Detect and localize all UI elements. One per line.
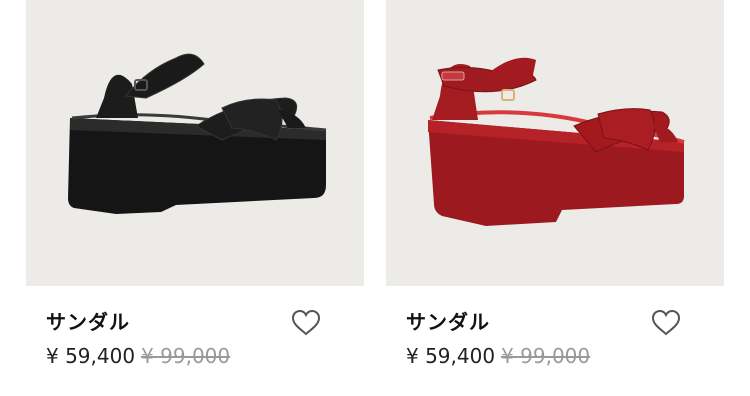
price-row: ¥ 59,400 ¥ 99,000 [46,344,230,368]
product-title[interactable]: サンダル [46,306,130,335]
product-card[interactable]: サンダル ¥ 59,400 ¥ 99,000 [386,0,724,396]
heart-outline-icon[interactable] [651,309,681,337]
sale-price: ¥ 59,400 [406,344,496,368]
original-price: ¥ 99,000 [501,344,591,368]
product-title[interactable]: サンダル [406,306,490,335]
red-suede-platform-sandal-image [428,57,685,226]
product-image[interactable] [26,0,364,286]
product-grid: サンダル ¥ 59,400 ¥ 99,000 サンダル ¥ 59,400 ¥ 9… [0,0,750,396]
heart-outline-icon[interactable] [291,309,321,337]
sale-price: ¥ 59,400 [46,344,136,368]
black-platform-sandal-image [68,53,327,214]
product-image[interactable] [386,0,724,286]
original-price: ¥ 99,000 [141,344,231,368]
price-row: ¥ 59,400 ¥ 99,000 [406,344,590,368]
product-card[interactable]: サンダル ¥ 59,400 ¥ 99,000 [26,0,364,396]
